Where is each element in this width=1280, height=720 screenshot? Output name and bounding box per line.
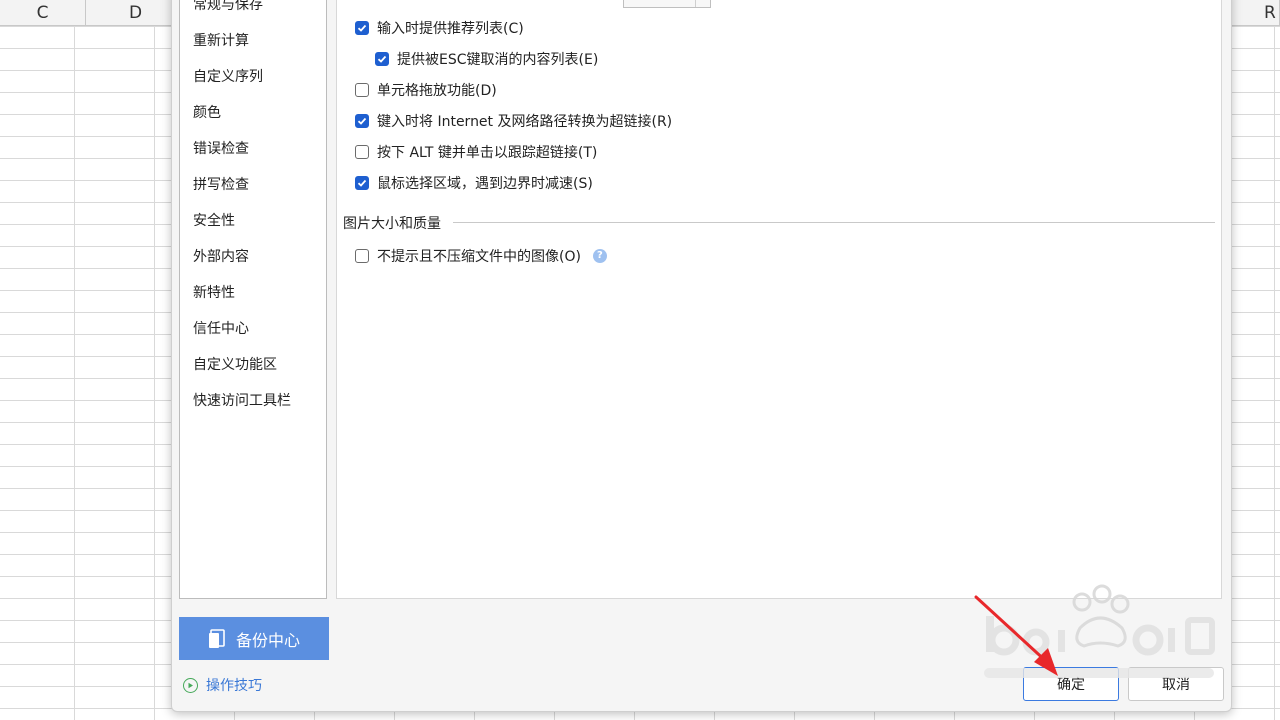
option-no-compress[interactable]: 不提示且不压缩文件中的图像(O) ? — [355, 246, 607, 266]
alt-click-label: 按下 ALT 键并单击以跟踪超链接(T) — [377, 145, 598, 161]
esc-list-label: 提供被ESC键取消的内容列表(E) — [397, 52, 599, 68]
ok-button[interactable]: 确定 — [1023, 667, 1119, 701]
recommend-list-checkbox[interactable] — [355, 21, 369, 35]
no-compress-checkbox[interactable] — [355, 249, 369, 263]
backup-center-button[interactable]: 备份中心 — [179, 617, 329, 660]
section-divider — [453, 222, 1215, 223]
operation-tips-label: 操作技巧 — [206, 678, 262, 694]
option-esc-list[interactable]: 提供被ESC键取消的内容列表(E) — [375, 49, 598, 69]
sidebar-item-quick-access-toolbar[interactable]: 快速访问工具栏 — [193, 391, 291, 411]
sidebar-item-custom-list[interactable]: 自定义序列 — [193, 67, 263, 87]
sidebar-item-custom-ribbon[interactable]: 自定义功能区 — [193, 355, 277, 375]
check-icon — [377, 55, 387, 63]
help-icon[interactable]: ? — [592, 249, 607, 263]
no-compress-label: 不提示且不压缩文件中的图像(O) — [377, 249, 581, 265]
sidebar-item-colors[interactable]: 颜色 — [193, 103, 221, 123]
option-slow-border[interactable]: 鼠标选择区域，遇到边界时减速(S) — [355, 173, 593, 193]
check-icon — [357, 179, 367, 187]
cancel-button[interactable]: 取消 — [1128, 667, 1224, 701]
spin-arrows[interactable] — [695, 0, 710, 7]
slow-border-checkbox[interactable] — [355, 176, 369, 190]
spin-input[interactable] — [623, 0, 711, 8]
option-alt-click[interactable]: 按下 ALT 键并单击以跟踪超链接(T) — [355, 142, 597, 162]
sidebar-item-security[interactable]: 安全性 — [193, 211, 235, 231]
sidebar-item-general-save[interactable]: 常规与保存 — [193, 0, 263, 15]
option-hyperlink-convert[interactable]: 键入时将 Internet 及网络路径转换为超链接(R) — [355, 111, 672, 131]
operation-tips-link[interactable]: 操作技巧 — [183, 675, 262, 695]
option-drag-drop[interactable]: 单元格拖放功能(D) — [355, 80, 497, 100]
options-dialog: 常规与保存 重新计算 自定义序列 颜色 错误检查 拼写检查 安全性 外部内容 新… — [171, 0, 1232, 712]
play-icon — [183, 677, 198, 693]
sidebar-item-external-content[interactable]: 外部内容 — [193, 247, 249, 267]
esc-list-checkbox[interactable] — [375, 52, 389, 66]
check-icon — [357, 117, 367, 125]
drag-drop-label: 单元格拖放功能(D) — [377, 83, 497, 99]
options-content-panel: 输入时提供推荐列表(C) 提供被ESC键取消的内容列表(E) 单元格拖放功能(D… — [336, 0, 1222, 599]
slow-border-label: 鼠标选择区域，遇到边界时减速(S) — [377, 176, 593, 192]
sidebar-item-new-features[interactable]: 新特性 — [193, 283, 235, 303]
recommend-list-label: 输入时提供推荐列表(C) — [377, 21, 524, 37]
backup-center-label: 备份中心 — [235, 630, 300, 650]
options-sidebar: 常规与保存 重新计算 自定义序列 颜色 错误检查 拼写检查 安全性 外部内容 新… — [179, 0, 327, 599]
hyperlink-convert-label: 键入时将 Internet 及网络路径转换为超链接(R) — [377, 114, 673, 130]
image-section-title: 图片大小和质量 — [343, 216, 441, 232]
option-recommend-list[interactable]: 输入时提供推荐列表(C) — [355, 18, 524, 38]
alt-click-checkbox[interactable] — [355, 145, 369, 159]
backup-icon — [208, 628, 225, 648]
column-header-c[interactable]: C — [0, 0, 86, 26]
column-header-r[interactable]: R — [1230, 0, 1280, 26]
hyperlink-convert-checkbox[interactable] — [355, 114, 369, 128]
sidebar-item-error-check[interactable]: 错误检查 — [193, 139, 249, 159]
check-icon — [357, 24, 367, 32]
drag-drop-checkbox[interactable] — [355, 83, 369, 97]
sidebar-item-recalculate[interactable]: 重新计算 — [193, 31, 249, 51]
sidebar-item-trust-center[interactable]: 信任中心 — [193, 319, 249, 339]
sidebar-item-spell-check[interactable]: 拼写检查 — [193, 175, 249, 195]
